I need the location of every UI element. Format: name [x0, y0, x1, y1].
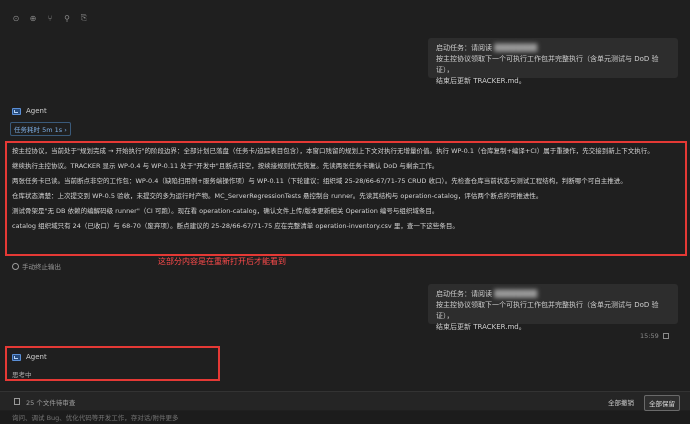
chevron-right-icon: › [64, 126, 67, 134]
agent-name: Agent [26, 353, 47, 361]
red-annotation: 这部分内容是在重新打开后才能看到 [158, 257, 286, 266]
message-timestamp: 15:59 [640, 332, 669, 340]
redo-icon[interactable]: ⊕ [29, 14, 37, 23]
user-message-text: 结束后更新 TRACKER.md。 [436, 77, 526, 85]
chat-input[interactable] [12, 414, 312, 422]
stop-icon [12, 262, 19, 270]
review-bar: 25 个文件待审查 全部撤销 全部保留 [0, 391, 690, 411]
chat-input-area [0, 411, 690, 424]
blurred-text: ████████ [494, 290, 538, 298]
agent-icon [12, 353, 21, 361]
agent-icon [12, 107, 21, 115]
user-message-2: 启动任务：请阅读 ████████ 按主控协议领取下一个可执行工作包并完整执行（… [428, 284, 678, 331]
agent-name: Agent [26, 107, 47, 115]
thinking-status: 思考中 [12, 371, 32, 379]
response-paragraph: 两张任务卡已读。当前断点非空的工作包：WP-0.4（缺陷扫用例+服务端操作项）与… [12, 177, 627, 185]
keep-all-button[interactable]: 全部保留 [644, 395, 680, 411]
blurred-text: ████████ [494, 44, 538, 52]
fork-icon[interactable]: ⑂ [46, 14, 54, 23]
user-message-text: 按主控协议领取下一个可执行工作包并完整执行（含单元测试与 DoD 验证）， [436, 55, 659, 74]
file-icon [14, 398, 20, 405]
task-duration-badge[interactable]: 任务耗时 5m 1s › [10, 122, 71, 136]
response-paragraph: 按主控协议，当前处于"规划完成 → 开始执行"的阶段边界：全部计划已落盘（任务卡… [12, 147, 654, 155]
user-message-text: 按主控协议领取下一个可执行工作包并完整执行（含单元测试与 DoD 验证）， [436, 301, 659, 320]
agent-response: 按主控协议，当前处于"规划完成 → 开始执行"的阶段边界：全部计划已落盘（任务卡… [12, 146, 680, 236]
user-message-1: 启动任务：请阅读 ████████ 按主控协议领取下一个可执行工作包并完整执行（… [428, 38, 678, 85]
response-paragraph: 仓库状态清楚：上次提交到 WP-0.5 验收，未提交的多为运行时产物。MC_Se… [12, 192, 543, 200]
response-paragraph: 继续执行主控协议。TRACKER 显示 WP-0.4 与 WP-0.11 处于"… [12, 162, 439, 170]
toolbar: ⊙ ⊕ ⑂ ⚲ ⎘ [12, 13, 88, 23]
stop-output-indicator: 手动终止输出 [12, 261, 61, 271]
user-message-text: 启动任务：请阅读 [436, 44, 492, 52]
highlight-box [5, 346, 220, 381]
copy-icon[interactable]: ⎘ [80, 13, 88, 22]
user-message-text: 结束后更新 TRACKER.md。 [436, 323, 526, 331]
agent-header: Agent [12, 107, 47, 115]
user-message-text: 启动任务：请阅读 [436, 290, 492, 298]
response-paragraph: catalog 组织域只有 24（已收口）与 68-70（废弃项）。断点建议的 … [12, 222, 459, 230]
response-paragraph: 测试骨架是"无 DB 依赖的编解码级 runner"（CI 可跑）。现在看 op… [12, 207, 439, 215]
undo-all-button[interactable]: 全部撤销 [608, 397, 634, 407]
copy-icon[interactable] [662, 333, 669, 339]
files-pending-count[interactable]: 25 个文件待审查 [26, 397, 75, 407]
pin-icon[interactable]: ⚲ [63, 14, 71, 23]
undo-icon[interactable]: ⊙ [12, 14, 20, 23]
agent-header: Agent [12, 353, 47, 361]
